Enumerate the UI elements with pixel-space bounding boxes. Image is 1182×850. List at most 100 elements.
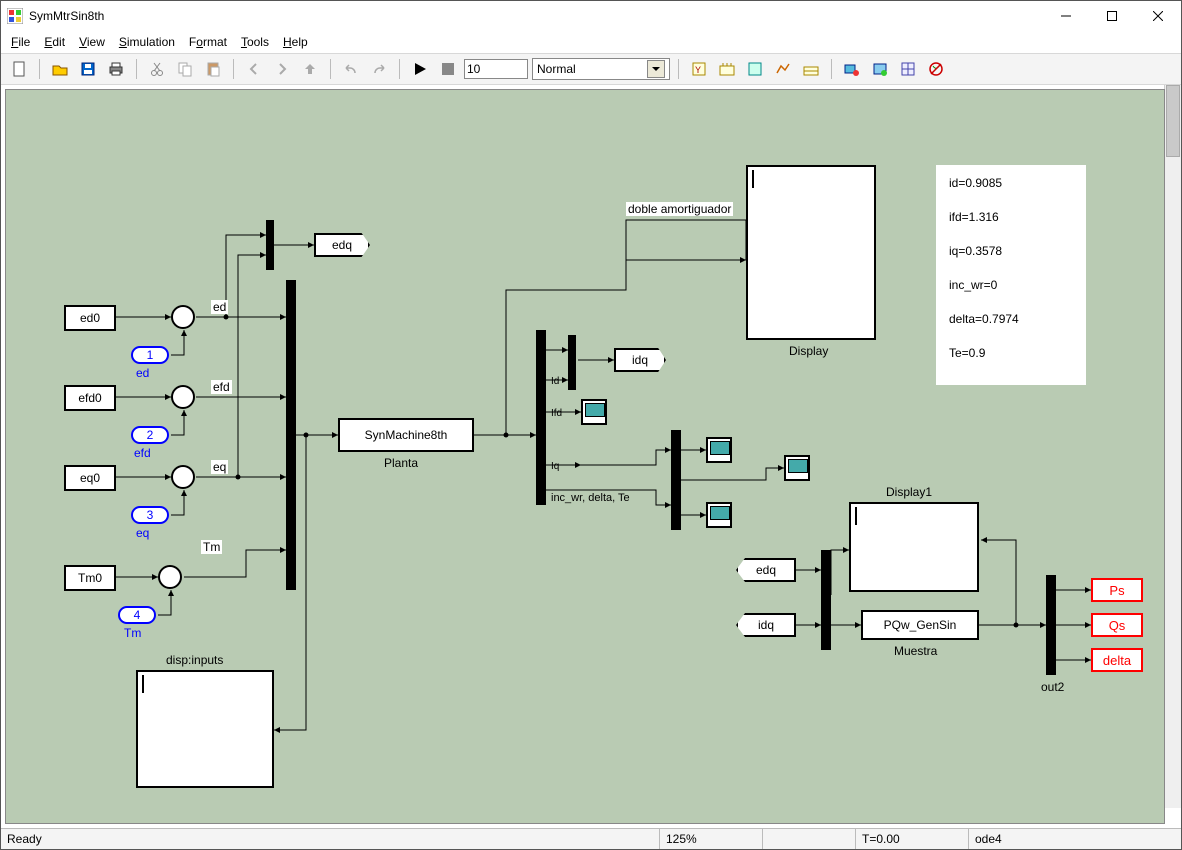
block-constant-tm0[interactable]: Tm0 bbox=[64, 565, 116, 591]
block-outport-ps[interactable]: Ps bbox=[1091, 578, 1143, 602]
model-canvas[interactable]: ed0 efd0 eq0 Tm0 ed efd eq Tm 1 ed 2 efd… bbox=[5, 89, 1165, 824]
menu-view[interactable]: View bbox=[73, 33, 111, 51]
menu-file[interactable]: File bbox=[5, 33, 36, 51]
redo-icon[interactable] bbox=[367, 57, 391, 81]
block-display[interactable] bbox=[746, 165, 876, 340]
signal-label-incwr: inc_wr, delta, Te bbox=[551, 492, 630, 504]
status-zoom: 125% bbox=[659, 829, 762, 849]
new-icon[interactable] bbox=[7, 57, 31, 81]
menu-format[interactable]: Format bbox=[183, 33, 233, 51]
block-inport-1[interactable]: 1 bbox=[131, 346, 169, 364]
block-outport-delta[interactable]: delta bbox=[1091, 648, 1143, 672]
tool-icon-6[interactable] bbox=[840, 57, 864, 81]
copy-icon[interactable] bbox=[173, 57, 197, 81]
block-sum-ed[interactable] bbox=[171, 305, 195, 329]
block-label-display1: Display1 bbox=[886, 485, 932, 499]
signal-label-ifd: Ifd bbox=[551, 408, 562, 419]
block-scope-c[interactable] bbox=[784, 455, 810, 481]
titlebar: SymMtrSin8th bbox=[1, 1, 1181, 31]
block-demux-states[interactable] bbox=[536, 330, 546, 505]
stop-icon[interactable] bbox=[436, 57, 460, 81]
print-icon[interactable] bbox=[104, 57, 128, 81]
block-label-planta: Planta bbox=[384, 456, 418, 470]
undo-icon[interactable] bbox=[339, 57, 363, 81]
block-mux-edq[interactable] bbox=[266, 220, 274, 270]
stop-time-input[interactable] bbox=[464, 59, 528, 79]
tool-icon-3[interactable] bbox=[743, 57, 767, 81]
status-solver: ode4 bbox=[968, 829, 1181, 849]
close-button[interactable] bbox=[1135, 1, 1181, 31]
tool-icon-9[interactable] bbox=[924, 57, 948, 81]
readout-id: id=0.9085 bbox=[949, 176, 1002, 190]
block-constant-ed0[interactable]: ed0 bbox=[64, 305, 116, 331]
menu-tools[interactable]: Tools bbox=[235, 33, 275, 51]
block-constant-eq0[interactable]: eq0 bbox=[64, 465, 116, 491]
tool-icon-8[interactable] bbox=[896, 57, 920, 81]
block-display1[interactable] bbox=[849, 502, 979, 592]
block-from-edq[interactable]: edq bbox=[736, 558, 796, 582]
block-outport-qs[interactable]: Qs bbox=[1091, 613, 1143, 637]
block-subsystem-synmachine[interactable]: SynMachine8th bbox=[338, 418, 474, 452]
tool-icon-1[interactable]: Y bbox=[687, 57, 711, 81]
minimize-button[interactable] bbox=[1043, 1, 1089, 31]
menu-simulation[interactable]: Simulation bbox=[113, 33, 181, 51]
block-scope-b[interactable] bbox=[706, 502, 732, 528]
block-mux-inputs[interactable] bbox=[286, 280, 296, 590]
block-sum-tm[interactable] bbox=[158, 565, 182, 589]
block-scope-ifd[interactable] bbox=[581, 399, 607, 425]
inport-label-eq: eq bbox=[136, 526, 149, 540]
save-icon[interactable] bbox=[76, 57, 100, 81]
menu-edit[interactable]: Edit bbox=[38, 33, 71, 51]
block-inport-2[interactable]: 2 bbox=[131, 426, 169, 444]
block-subsystem-pqw[interactable]: PQw_GenSin bbox=[861, 610, 979, 640]
block-inport-4[interactable]: 4 bbox=[118, 606, 156, 624]
annotation-doble-amortiguador: doble amortiguador bbox=[626, 202, 733, 216]
window-title: SymMtrSin8th bbox=[29, 9, 1043, 23]
maximize-button[interactable] bbox=[1089, 1, 1135, 31]
block-from-idq[interactable]: idq bbox=[736, 613, 796, 637]
block-sum-efd[interactable] bbox=[171, 385, 195, 409]
block-sum-eq[interactable] bbox=[171, 465, 195, 489]
open-icon[interactable] bbox=[48, 57, 72, 81]
block-demux-2[interactable] bbox=[671, 430, 681, 530]
app-icon bbox=[7, 8, 23, 24]
block-mux-pqw-in[interactable] bbox=[821, 550, 831, 650]
readout-iq: iq=0.3578 bbox=[949, 244, 1002, 258]
tool-icon-5[interactable] bbox=[799, 57, 823, 81]
toolbar: Normal Y bbox=[1, 54, 1181, 85]
cut-icon[interactable] bbox=[145, 57, 169, 81]
canvas-area: ed0 efd0 eq0 Tm0 ed efd eq Tm 1 ed 2 efd… bbox=[1, 85, 1181, 828]
inport-label-tm: Tm bbox=[124, 626, 141, 640]
menubar: File Edit View Simulation Format Tools H… bbox=[1, 31, 1181, 54]
readout-ifd: ifd=1.316 bbox=[949, 210, 999, 224]
fwd-icon[interactable] bbox=[270, 57, 294, 81]
block-demux-out[interactable] bbox=[1046, 575, 1056, 675]
block-inport-3[interactable]: 3 bbox=[131, 506, 169, 524]
block-mux-idq[interactable] bbox=[568, 335, 576, 390]
block-display-inputs[interactable] bbox=[136, 670, 274, 788]
play-icon[interactable] bbox=[408, 57, 432, 81]
block-goto-idq[interactable]: idq bbox=[614, 348, 666, 372]
vertical-scrollbar[interactable] bbox=[1164, 85, 1181, 808]
block-scope-a[interactable] bbox=[706, 437, 732, 463]
readout-te: Te=0.9 bbox=[949, 346, 985, 360]
up-icon[interactable] bbox=[298, 57, 322, 81]
back-icon[interactable] bbox=[242, 57, 266, 81]
signal-label-tm: Tm bbox=[201, 540, 222, 554]
signal-label-ed: ed bbox=[211, 300, 228, 314]
tool-icon-2[interactable] bbox=[715, 57, 739, 81]
signal-label-id: Id bbox=[551, 376, 559, 387]
statusbar: Ready 125% T=0.00 ode4 bbox=[1, 828, 1181, 849]
block-label-muestra: Muestra bbox=[894, 644, 937, 658]
tool-icon-4[interactable] bbox=[771, 57, 795, 81]
signal-label-eq: eq bbox=[211, 460, 228, 474]
sim-mode-select[interactable]: Normal bbox=[532, 58, 670, 80]
signal-label-iq: Iq bbox=[551, 461, 559, 472]
tool-icon-7[interactable] bbox=[868, 57, 892, 81]
block-goto-edq[interactable]: edq bbox=[314, 233, 370, 257]
inport-label-efd: efd bbox=[134, 446, 151, 460]
sim-mode-value: Normal bbox=[537, 62, 576, 76]
menu-help[interactable]: Help bbox=[277, 33, 314, 51]
block-constant-efd0[interactable]: efd0 bbox=[64, 385, 116, 411]
paste-icon[interactable] bbox=[201, 57, 225, 81]
